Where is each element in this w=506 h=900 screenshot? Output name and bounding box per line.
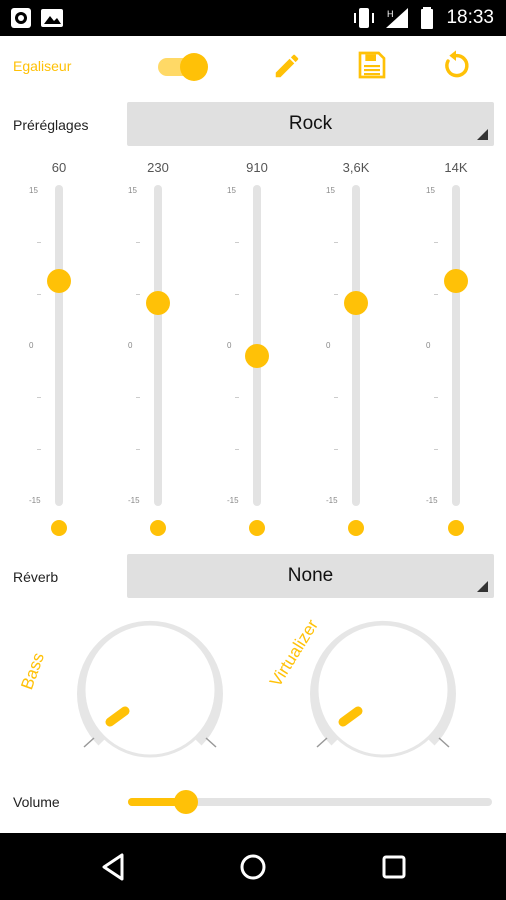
eq-band-14k: 14K 15 0 -15	[416, 150, 496, 550]
tick-zero-label: 0	[128, 341, 133, 350]
band-slider-thumb[interactable]	[245, 344, 269, 369]
band-minor-tick	[434, 241, 438, 243]
save-icon[interactable]	[356, 49, 388, 81]
band-slider-thumb[interactable]	[47, 269, 71, 294]
band-indicator-dot	[249, 520, 265, 536]
band-minor-tick	[37, 449, 41, 451]
band-frequency-label: 3,6K	[342, 160, 370, 175]
tick-max-label: 15	[227, 186, 236, 195]
band-minor-tick	[235, 293, 239, 295]
band-minor-tick	[136, 449, 140, 451]
band-indicator-dot	[348, 520, 364, 536]
band-minor-tick	[334, 449, 338, 451]
dropdown-arrow-icon	[477, 129, 488, 140]
tick-min-label: -15	[227, 496, 239, 505]
band-minor-tick	[136, 397, 140, 399]
signal-icon: H	[386, 8, 408, 28]
eq-band-60: 60 15 0 -15	[19, 150, 99, 550]
band-slider-track[interactable]	[154, 185, 162, 506]
band-minor-tick	[334, 397, 338, 399]
back-icon[interactable]	[96, 849, 132, 885]
svg-text:H: H	[387, 9, 394, 19]
eq-band-230: 230 15 0 -15	[118, 150, 198, 550]
reverb-label: Réverb	[13, 569, 59, 585]
equalizer-toggle[interactable]	[158, 52, 210, 82]
reset-icon[interactable]	[440, 49, 472, 81]
status-time: 18:33	[446, 7, 494, 28]
tick-min-label: -15	[426, 496, 438, 505]
band-slider-thumb[interactable]	[344, 290, 368, 315]
home-icon[interactable]	[235, 849, 271, 885]
tick-max-label: 15	[29, 186, 38, 195]
status-bar: H 18:33	[0, 0, 506, 36]
volume-label: Volume	[13, 794, 60, 810]
tick-min-label: -15	[29, 496, 41, 505]
bass-knob[interactable]	[70, 610, 230, 770]
navigation-bar	[0, 833, 506, 900]
tick-zero-label: 0	[29, 341, 34, 350]
equalizer-label: Egaliseur	[13, 58, 72, 74]
band-minor-tick	[434, 397, 438, 399]
band-frequency-label: 14K	[444, 160, 468, 175]
band-minor-tick	[235, 397, 239, 399]
presets-label: Préréglages	[13, 117, 89, 133]
bass-label: Bass	[17, 650, 49, 693]
eq-band-910: 910 15 0 -15	[217, 150, 297, 550]
image-notification-icon	[41, 9, 63, 27]
band-slider-track[interactable]	[55, 185, 63, 506]
band-indicator-dot	[150, 520, 166, 536]
band-slider-thumb[interactable]	[146, 290, 170, 315]
band-minor-tick	[37, 241, 41, 243]
tick-max-label: 15	[426, 186, 435, 195]
virtualizer-knob-dial	[310, 620, 456, 758]
equalizer-toolbar: Egaliseur	[0, 36, 506, 98]
band-frequency-label: 60	[51, 160, 67, 175]
tick-max-label: 15	[128, 186, 137, 195]
vibrate-icon	[354, 8, 374, 28]
reverb-dropdown[interactable]: None	[127, 554, 494, 598]
band-minor-tick	[334, 241, 338, 243]
band-frequency-label: 230	[147, 160, 169, 175]
band-minor-tick	[136, 293, 140, 295]
dropdown-arrow-icon	[477, 581, 488, 592]
edit-pencil-icon[interactable]	[272, 51, 302, 81]
band-minor-tick	[334, 293, 338, 295]
band-minor-tick	[136, 241, 140, 243]
band-slider-track[interactable]	[352, 185, 360, 506]
band-minor-tick	[37, 397, 41, 399]
tick-zero-label: 0	[326, 341, 331, 350]
app-notification-icon	[11, 8, 31, 28]
recents-icon[interactable]	[376, 849, 412, 885]
band-indicator-dot	[51, 520, 67, 536]
volume-slider-thumb[interactable]	[174, 790, 199, 814]
tick-min-label: -15	[128, 496, 140, 505]
band-slider-thumb[interactable]	[444, 269, 468, 294]
tick-zero-label: 0	[227, 341, 232, 350]
band-minor-tick	[235, 449, 239, 451]
band-minor-tick	[434, 293, 438, 295]
band-frequency-label: 910	[246, 160, 268, 175]
band-minor-tick	[434, 449, 438, 451]
eq-band-3-6k: 3,6K 15 0 -15	[316, 150, 396, 550]
band-minor-tick	[37, 293, 41, 295]
toggle-thumb	[180, 53, 208, 81]
virtualizer-knob[interactable]	[303, 610, 463, 770]
tick-zero-label: 0	[426, 341, 431, 350]
band-minor-tick	[235, 241, 239, 243]
presets-dropdown[interactable]: Rock	[127, 102, 494, 146]
volume-slider[interactable]	[128, 790, 492, 814]
band-slider-track[interactable]	[452, 185, 460, 506]
battery-icon	[421, 7, 433, 29]
reverb-value: None	[287, 565, 334, 586]
tick-min-label: -15	[326, 496, 338, 505]
tick-max-label: 15	[326, 186, 335, 195]
presets-value: Rock	[288, 113, 333, 134]
bass-knob-dial	[77, 620, 223, 758]
band-indicator-dot	[448, 520, 464, 536]
